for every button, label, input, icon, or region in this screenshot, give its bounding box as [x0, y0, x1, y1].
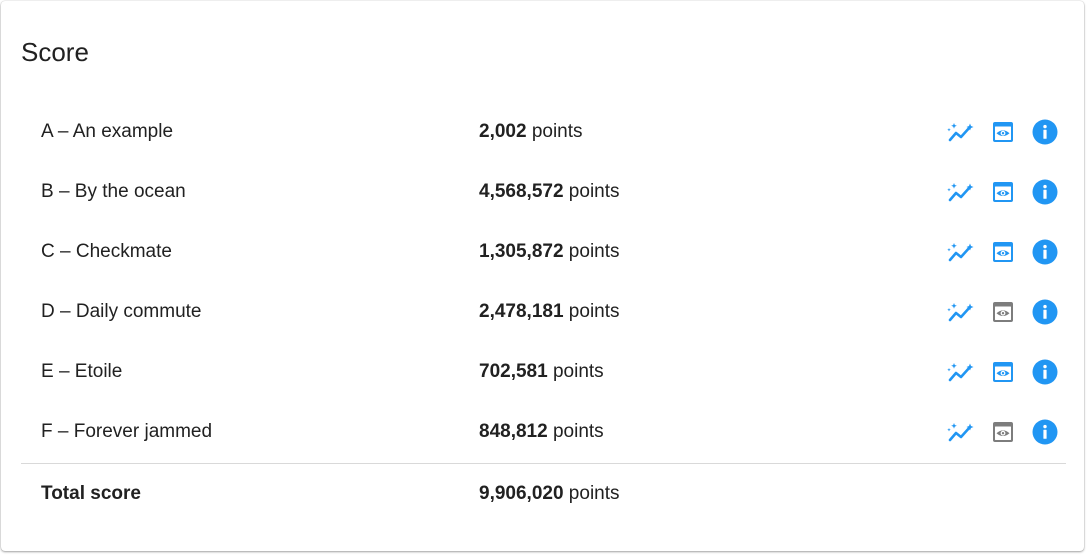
- task-name: A – An example: [41, 121, 174, 142]
- points-value: 4,568,572: [479, 181, 564, 202]
- info-icon[interactable]: [1024, 111, 1066, 153]
- eye-icon[interactable]: [982, 231, 1024, 273]
- trend-sparkle-icon[interactable]: [940, 231, 982, 273]
- eye-icon[interactable]: [982, 111, 1024, 153]
- points-value: 848,812: [479, 421, 548, 442]
- score-row: B – By the ocean 4,568,572 points: [21, 162, 1066, 222]
- points-unit: points: [526, 121, 583, 142]
- points-value: 2,478,181: [479, 301, 564, 322]
- task-name: E – Etoile: [41, 361, 123, 382]
- task-points: 2,478,181 points: [479, 282, 620, 342]
- info-icon[interactable]: [1024, 351, 1066, 393]
- trend-sparkle-icon[interactable]: [940, 111, 982, 153]
- info-icon[interactable]: [1024, 291, 1066, 333]
- trend-sparkle-icon[interactable]: [940, 291, 982, 333]
- row-actions: [940, 102, 1066, 162]
- trend-sparkle-icon[interactable]: [940, 171, 982, 213]
- trend-sparkle-icon[interactable]: [940, 411, 982, 453]
- info-icon[interactable]: [1024, 231, 1066, 273]
- score-row: D – Daily commute 2,478,181 points: [21, 282, 1066, 342]
- eye-icon[interactable]: [982, 291, 1024, 333]
- task-points: 848,812 points: [479, 402, 604, 462]
- row-actions: [940, 282, 1066, 342]
- score-row: A – An example 2,002 points: [21, 102, 1066, 162]
- row-actions: [940, 222, 1066, 282]
- task-points: 702,581 points: [479, 342, 604, 402]
- score-row: E – Etoile 702,581 points: [21, 342, 1066, 402]
- row-actions: [940, 402, 1066, 462]
- task-name: B – By the ocean: [41, 181, 186, 202]
- task-name: C – Checkmate: [41, 241, 172, 262]
- total-points: 9,906,020 points: [479, 464, 620, 524]
- task-name: D – Daily commute: [41, 301, 202, 322]
- info-icon[interactable]: [1024, 171, 1066, 213]
- points-unit: points: [563, 241, 620, 262]
- total-row: Total score 9,906,020 points: [21, 464, 1066, 524]
- score-list: A – An example 2,002 points B – By the o…: [21, 102, 1066, 462]
- eye-icon[interactable]: [982, 411, 1024, 453]
- score-row: F – Forever jammed 848,812 points: [21, 402, 1066, 462]
- points-unit: points: [563, 301, 620, 322]
- row-actions: [940, 162, 1066, 222]
- row-actions: [940, 342, 1066, 402]
- trend-sparkle-icon[interactable]: [940, 351, 982, 393]
- points-unit: points: [563, 181, 620, 202]
- card-title: Score: [21, 37, 89, 67]
- eye-icon[interactable]: [982, 351, 1024, 393]
- task-points: 4,568,572 points: [479, 162, 620, 222]
- total-points-value: 9,906,020: [479, 483, 564, 504]
- task-points: 1,305,872 points: [479, 222, 620, 282]
- info-icon[interactable]: [1024, 411, 1066, 453]
- total-label: Total score: [41, 483, 141, 504]
- points-unit: points: [547, 421, 604, 442]
- task-points: 2,002 points: [479, 102, 583, 162]
- points-value: 1,305,872: [479, 241, 564, 262]
- score-card: Score A – An example 2,002 points B – By…: [1, 1, 1084, 551]
- eye-icon[interactable]: [982, 171, 1024, 213]
- points-value: 2,002: [479, 121, 527, 142]
- task-name: F – Forever jammed: [41, 421, 213, 442]
- points-unit: points: [547, 361, 604, 382]
- points-value: 702,581: [479, 361, 548, 382]
- score-row: C – Checkmate 1,305,872 points: [21, 222, 1066, 282]
- total-points-unit: points: [563, 483, 620, 504]
